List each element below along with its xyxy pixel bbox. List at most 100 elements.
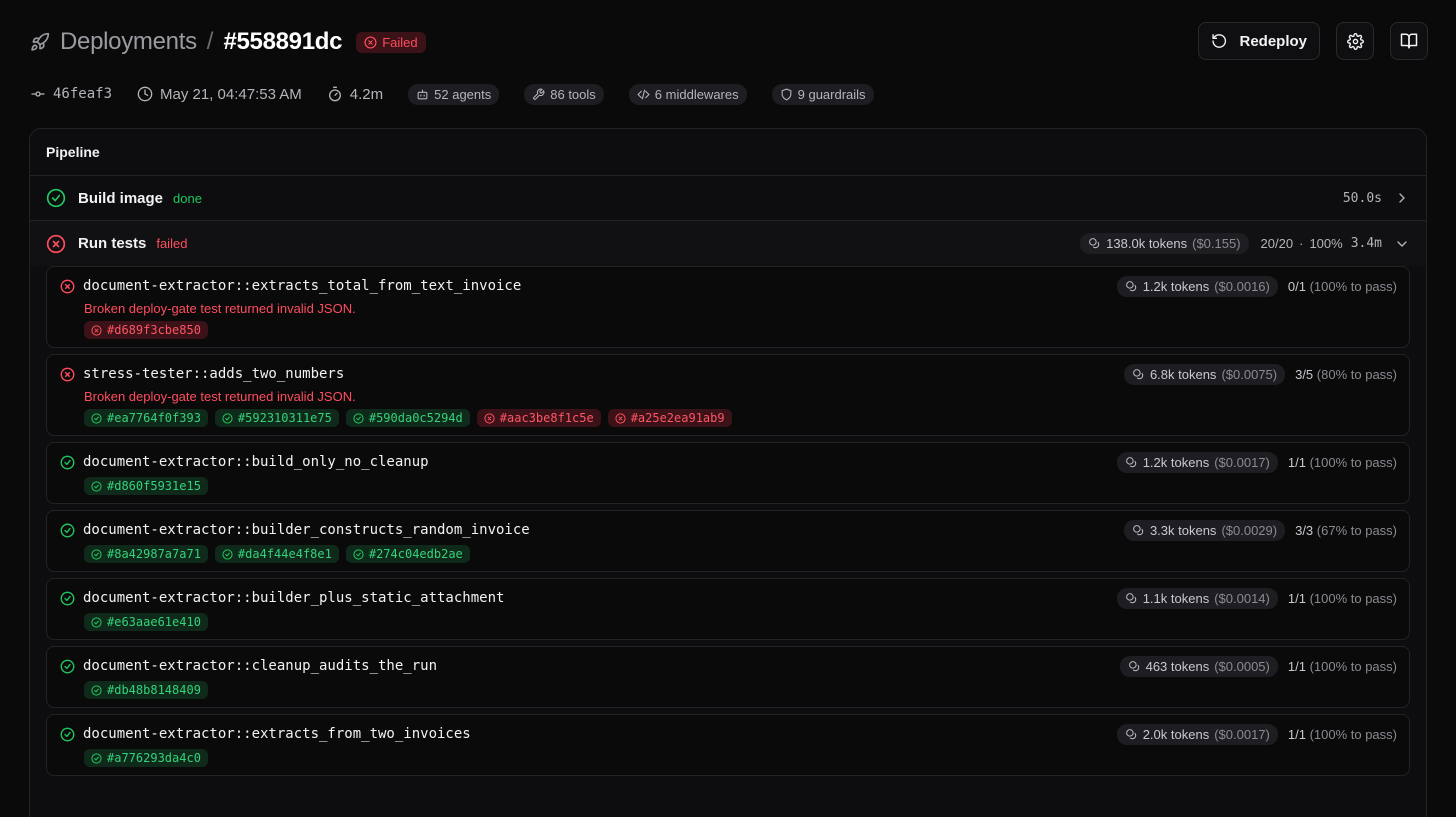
run-id: #db48b8148409 <box>107 683 201 697</box>
stage-summary: 50.0s <box>1343 190 1410 206</box>
token-cost: ($0.0016) <box>1214 278 1270 294</box>
status-badge-label: Failed <box>382 34 418 50</box>
test-summary: 1.2k tokens ($0.0016) 0/1 (100% to pass) <box>1116 275 1397 297</box>
pass-count: 1/1 <box>1287 454 1306 470</box>
middlewares-pill[interactable]: 6 middlewares <box>628 83 747 105</box>
settings-button[interactable] <box>1336 22 1374 60</box>
check-circle-icon <box>91 548 102 560</box>
run-chip[interactable]: #da4f44e4f8e1 <box>214 545 339 563</box>
pipeline-panel: Pipeline Build image done 50.0s Run test… <box>29 128 1427 817</box>
test-card[interactable]: document-extractor::builder_plus_static_… <box>46 578 1410 640</box>
docs-button[interactable] <box>1390 22 1428 60</box>
run-chip[interactable]: #aac3be8f1c5e <box>476 409 601 427</box>
breadcrumb-separator: / <box>206 28 214 55</box>
coins-icon <box>1089 238 1100 249</box>
stage-name: Run tests <box>78 235 147 252</box>
run-chip[interactable]: #ea7764f0f393 <box>84 409 208 427</box>
pass-threshold: (100% to pass) <box>1309 590 1397 606</box>
test-name: document-extractor::builder_plus_static_… <box>83 590 505 606</box>
test-name: document-extractor::cleanup_audits_the_r… <box>83 658 438 674</box>
git-commit-icon <box>31 91 45 97</box>
token-cost: ($0.0017) <box>1214 454 1270 470</box>
tools-pill[interactable]: 86 tools <box>524 83 604 105</box>
page-title: #558891dc <box>223 28 343 55</box>
run-id: #ea7764f0f393 <box>107 411 201 425</box>
check-circle-icon <box>60 523 75 537</box>
error-message: Broken deploy-gate test returned invalid… <box>84 301 356 316</box>
check-circle-icon <box>60 659 75 673</box>
chevron-right-icon[interactable] <box>1394 190 1410 206</box>
chevron-down-icon[interactable] <box>1394 236 1410 252</box>
stage-run-tests[interactable]: Run tests failed 138.0k tokens ($0.155) … <box>30 221 1426 266</box>
token-count: 138.0k tokens <box>1106 236 1188 251</box>
run-list: #d689f3cbe850 <box>84 321 1397 339</box>
rotate-ccw-icon <box>1212 34 1227 48</box>
breadcrumb-deployments[interactable]: Deployments <box>60 28 197 56</box>
run-id: #da4f44e4f8e1 <box>237 547 332 561</box>
pipeline-title: Pipeline <box>30 129 1426 176</box>
check-circle-icon <box>46 188 66 208</box>
run-id: #592310311e75 <box>237 411 332 425</box>
pass-count: 3/5 <box>1295 366 1314 382</box>
run-id: #e63aae61e410 <box>107 615 201 629</box>
token-cost: ($0.0029) <box>1221 522 1278 538</box>
run-chip[interactable]: #8a42987a7a71 <box>84 545 208 563</box>
commit-hash[interactable]: 46feaf3 <box>53 86 112 102</box>
run-id: #a776293da4c0 <box>107 751 201 765</box>
run-chip[interactable]: #db48b8148409 <box>84 681 208 699</box>
shield-icon <box>781 88 791 101</box>
duration-meta: 4.2m <box>327 86 383 103</box>
bot-icon <box>417 89 428 99</box>
test-card[interactable]: stress-tester::adds_two_numbers 6.8k tok… <box>46 354 1410 436</box>
run-chip[interactable]: #e63aae61e410 <box>84 613 208 631</box>
agents-pill[interactable]: 52 agents <box>408 83 500 105</box>
pass-count: 1/1 <box>1287 726 1306 742</box>
stage-summary: 138.0k tokens ($0.155) 20/20 · 100% 3.4m <box>1080 233 1410 254</box>
pass-info: 1/1 (100% to pass) <box>1288 727 1397 742</box>
middlewares-count: 6 middlewares <box>654 86 739 102</box>
guardrails-count: 9 guardrails <box>797 86 866 102</box>
test-header: document-extractor::build_only_no_cleanu… <box>60 451 1397 473</box>
test-name: document-extractor::builder_constructs_r… <box>83 522 530 538</box>
run-id: #a25e2ea91ab9 <box>630 411 725 425</box>
token-usage-pill: 1.1k tokens ($0.0014) <box>1116 587 1278 609</box>
test-name: stress-tester::adds_two_numbers <box>83 366 345 382</box>
pass-threshold: (100% to pass) <box>1309 658 1397 674</box>
error-message: Broken deploy-gate test returned invalid… <box>84 389 356 404</box>
check-circle-icon <box>60 591 75 605</box>
book-open-icon <box>1400 33 1418 49</box>
test-name: document-extractor::build_only_no_cleanu… <box>83 454 429 470</box>
x-circle-icon <box>60 367 75 381</box>
test-header: document-extractor::extracts_total_from_… <box>60 275 1397 297</box>
run-chip[interactable]: #592310311e75 <box>214 409 339 427</box>
run-chip[interactable]: #a25e2ea91ab9 <box>607 409 732 427</box>
test-card[interactable]: document-extractor::extracts_total_from_… <box>46 266 1410 348</box>
test-card[interactable]: document-extractor::extracts_from_two_in… <box>46 714 1410 776</box>
redeploy-button[interactable]: Redeploy <box>1198 22 1320 60</box>
test-header: document-extractor::builder_plus_static_… <box>60 587 1397 609</box>
run-chip[interactable]: #d689f3cbe850 <box>84 321 208 339</box>
check-circle-icon <box>91 412 102 424</box>
token-usage-pill: 3.3k tokens ($0.0029) <box>1123 519 1286 541</box>
pass-info: 3/5 (80% to pass) <box>1295 367 1397 382</box>
pass-info: 0/1 (100% to pass) <box>1288 279 1397 294</box>
run-list: #ea7764f0f393 #592310311e75 #590da0c5294d #… <box>84 409 1397 427</box>
stage-build-image[interactable]: Build image done 50.0s <box>30 176 1426 221</box>
run-chip[interactable]: #a776293da4c0 <box>84 749 208 767</box>
run-chip[interactable]: #274c04edb2ae <box>345 545 470 563</box>
stage-status: done <box>173 190 202 206</box>
token-count: 3.3k tokens <box>1149 522 1217 538</box>
test-card[interactable]: document-extractor::cleanup_audits_the_r… <box>46 646 1410 708</box>
run-list: #db48b8148409 <box>84 681 1397 699</box>
pass-threshold: (67% to pass) <box>1316 522 1397 538</box>
guardrails-pill[interactable]: 9 guardrails <box>771 83 874 105</box>
test-card[interactable]: document-extractor::builder_constructs_r… <box>46 510 1410 572</box>
run-chip[interactable]: #590da0c5294d <box>345 409 470 427</box>
wrench-icon <box>533 88 545 100</box>
test-card[interactable]: document-extractor::build_only_no_cleanu… <box>46 442 1410 504</box>
pass-count: 1/1 <box>1287 590 1306 606</box>
run-chip[interactable]: #d860f5931e15 <box>84 477 208 495</box>
token-cost: ($0.0017) <box>1214 726 1270 742</box>
stage-duration: 3.4m <box>1350 236 1382 251</box>
run-id: #274c04edb2ae <box>368 547 463 561</box>
